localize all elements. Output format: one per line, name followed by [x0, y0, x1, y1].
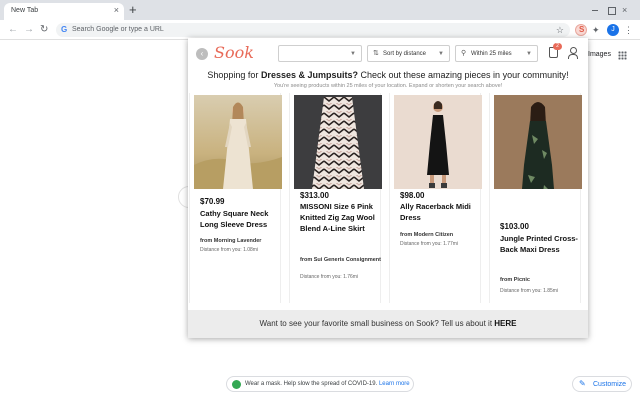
covid-promo: Wear a mask. Help slow the spread of COV…: [226, 376, 414, 392]
product-price: $98.00: [400, 191, 425, 200]
forward-icon[interactable]: →: [24, 24, 34, 36]
sort-select[interactable]: ⇅ Sort by distance ▼: [367, 45, 450, 62]
product-distance: Distance from you: 1.85mi: [500, 288, 559, 294]
sort-select-value: Sort by distance: [383, 51, 427, 57]
chevron-down-icon: ▼: [526, 51, 532, 57]
reload-icon[interactable]: ↻: [40, 24, 48, 36]
suggest-business-footer: Want to see your favorite small business…: [188, 310, 588, 338]
new-tab-button[interactable]: +: [129, 3, 137, 17]
product-price: $103.00: [500, 222, 529, 231]
radius-select-value: Within 25 miles: [471, 51, 512, 57]
cart-count-badge: 2: [553, 43, 562, 50]
product-title[interactable]: Jungle Printed Cross-Back Maxi Dress: [500, 233, 580, 255]
product-shop: from Picnic: [500, 277, 530, 283]
product-shop: from Sui Generis Consignment: [300, 257, 381, 263]
product-title[interactable]: Ally Racerback Midi Dress: [400, 201, 480, 223]
tab-title: New Tab: [11, 7, 39, 14]
radius-select[interactable]: ⚲ Within 25 miles ▼: [455, 45, 538, 62]
product-card[interactable]: $103.00 Jungle Printed Cross-Back Maxi D…: [489, 93, 582, 303]
product-distance: Distance from you: 1.76mi: [300, 274, 359, 280]
google-icon: G: [61, 25, 68, 34]
page-subline: You're seeing products within 25 miles o…: [273, 83, 503, 89]
apps-grid-icon[interactable]: [618, 51, 627, 60]
product-price: $70.99: [200, 197, 225, 206]
omnibox[interactable]: G Search Google or type a URL ☆: [56, 23, 570, 37]
product-image[interactable]: [194, 95, 282, 189]
tab-close-icon[interactable]: ×: [114, 5, 119, 15]
headline-category: Dresses & Jumpsuits?: [260, 70, 358, 80]
pencil-icon: ✎: [579, 379, 586, 388]
headline-prefix: Shopping for: [207, 70, 261, 80]
product-image[interactable]: [294, 95, 382, 189]
omnibox-input[interactable]: Search Google or type a URL: [72, 26, 164, 33]
product-list: $70.99 Cathy Square Neck Long Sleeve Dre…: [188, 93, 588, 303]
product-shop: from Modern Citizen: [400, 232, 454, 238]
mask-icon: [232, 380, 241, 389]
menu-icon[interactable]: ⋮: [624, 24, 633, 36]
sook-popup: ‹ Sook ▼ ⇅ Sort by distance ▼ ⚲ Within 2…: [188, 38, 588, 338]
back-icon[interactable]: ←: [8, 24, 18, 36]
product-card[interactable]: $70.99 Cathy Square Neck Long Sleeve Dre…: [189, 93, 282, 303]
learn-more-link[interactable]: Learn more: [379, 381, 410, 387]
product-card[interactable]: $98.00 Ally Racerback Midi Dress from Mo…: [389, 93, 482, 303]
tab-strip: New Tab × + ×: [0, 0, 640, 20]
profile-avatar[interactable]: J: [607, 24, 619, 36]
chevron-down-icon: ▼: [350, 51, 356, 57]
star-icon[interactable]: ☆: [556, 24, 564, 36]
images-link[interactable]: Images: [588, 51, 611, 58]
chevron-down-icon: ▼: [438, 51, 444, 57]
product-shop: from Morning Lavender: [200, 238, 262, 244]
footer-text: Want to see your favorite small business…: [188, 319, 588, 328]
footer-message: Want to see your favorite small business…: [259, 319, 495, 328]
page-headline: Shopping for Dresses & Jumpsuits? Check …: [188, 70, 588, 80]
promo-message: Wear a mask. Help slow the spread of COV…: [245, 381, 378, 387]
product-distance: Distance from you: 1.77mi: [400, 241, 459, 247]
maximize-icon[interactable]: [606, 5, 616, 15]
sook-logo: Sook: [214, 43, 254, 62]
sort-icon: ⇅: [373, 50, 379, 57]
product-card[interactable]: $313.00 MISSONI Size 6 Pink Knitted Zig …: [289, 93, 382, 303]
category-select[interactable]: ▼: [278, 45, 362, 62]
back-arrow-icon[interactable]: ‹: [196, 48, 208, 60]
browser-toolbar: ← → ↻ G Search Google or type a URL ☆ ✦ …: [0, 20, 640, 40]
product-image[interactable]: [394, 95, 482, 189]
product-image[interactable]: [494, 95, 582, 189]
customize-button[interactable]: ✎ Customize: [572, 376, 632, 392]
customize-label: Customize: [593, 381, 627, 388]
product-title[interactable]: Cathy Square Neck Long Sleeve Dress: [200, 208, 280, 230]
user-icon[interactable]: [568, 47, 578, 59]
product-price: $313.00: [300, 191, 329, 200]
minimize-icon[interactable]: [590, 5, 600, 15]
location-pin-icon: ⚲: [461, 50, 467, 57]
tab-new-tab[interactable]: New Tab ×: [4, 3, 124, 20]
product-distance: Distance from you: 1.08mi: [200, 247, 259, 253]
sook-extension-icon[interactable]: [575, 24, 587, 36]
window-close-icon[interactable]: ×: [622, 5, 632, 15]
footer-here-link[interactable]: HERE: [494, 319, 516, 328]
headline-suffix: Check out these amazing pieces in your c…: [357, 70, 569, 80]
puzzle-icon[interactable]: ✦: [592, 24, 604, 36]
product-title[interactable]: MISSONI Size 6 Pink Knitted Zig Zag Wool…: [300, 201, 380, 234]
